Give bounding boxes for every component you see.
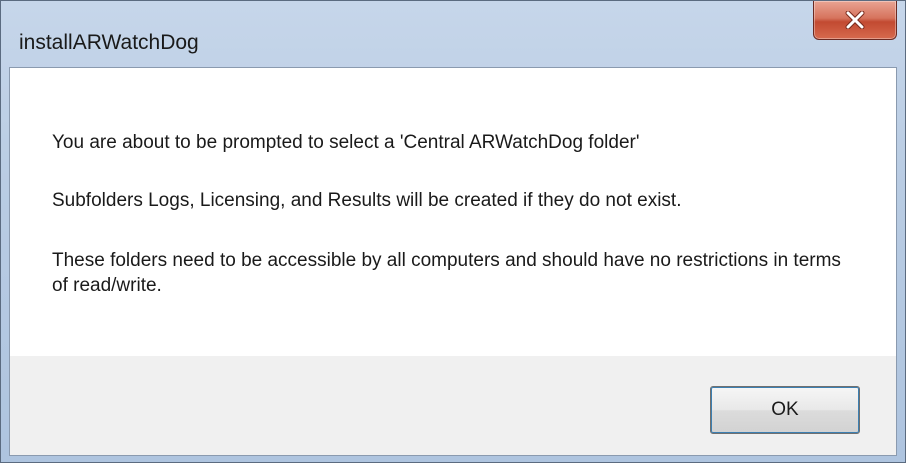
message-line-2: Subfolders Logs, Licensing, and Results … — [52, 190, 682, 211]
dialog-client-area: You are about to be prompted to select a… — [9, 67, 897, 456]
window-title: installARWatchDog — [19, 31, 199, 54]
close-icon — [845, 11, 865, 29]
close-button[interactable] — [813, 1, 897, 40]
ok-button[interactable]: OK — [710, 386, 860, 434]
message-line-3: These folders need to be accessible by a… — [52, 250, 841, 296]
dialog-window: installARWatchDog You are about to be pr… — [0, 0, 906, 463]
title-bar[interactable]: installARWatchDog — [1, 1, 905, 65]
message-panel: You are about to be prompted to select a… — [10, 68, 896, 356]
message-line-1: You are about to be prompted to select a… — [52, 132, 640, 153]
